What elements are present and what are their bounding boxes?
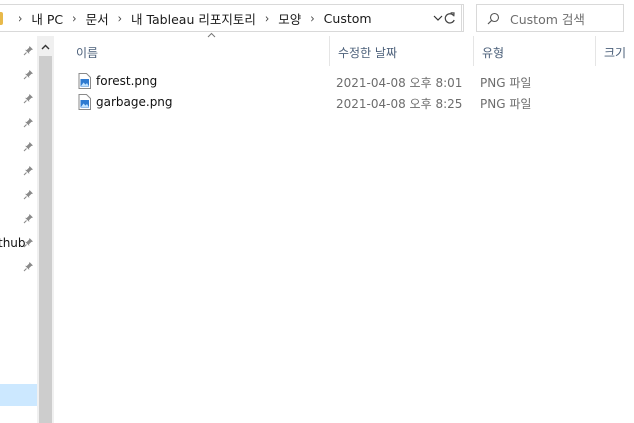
column-header-size[interactable]: 크기 xyxy=(595,36,634,66)
column-label-modified: 수정한 날짜 xyxy=(338,46,398,60)
search-input[interactable]: Custom 검색 xyxy=(510,9,585,28)
quick-access-item[interactable] xyxy=(0,136,37,160)
column-label-size: 크기 xyxy=(604,46,627,60)
folder-icon xyxy=(0,12,3,25)
toolbar: › 내 PC › 문서 › 내 Tableau 리포지토리 › 모양 › Cus… xyxy=(0,0,634,36)
quick-access-item[interactable] xyxy=(0,208,37,232)
breadcrumb-shapes[interactable]: 모양 xyxy=(278,9,301,28)
column-label-name: 이름 xyxy=(76,46,99,60)
breadcrumb-documents[interactable]: 문서 xyxy=(86,9,109,28)
file-row[interactable]: forest.png 2021-04-08 오후 8:01 PNG 파일 xyxy=(74,71,634,91)
sort-ascending-icon xyxy=(207,32,216,38)
pin-icon[interactable] xyxy=(23,189,34,200)
file-type: PNG 파일 xyxy=(480,76,532,90)
quick-access-item[interactable] xyxy=(0,160,37,184)
pin-icon[interactable] xyxy=(23,237,34,248)
chevron-right-icon[interactable]: › xyxy=(310,11,314,25)
pin-icon[interactable] xyxy=(23,93,34,104)
file-type: PNG 파일 xyxy=(480,97,532,111)
chevron-right-icon[interactable]: › xyxy=(265,11,269,25)
quick-access-item[interactable] xyxy=(0,256,37,280)
quick-access-item[interactable] xyxy=(0,64,37,88)
pin-icon[interactable] xyxy=(23,213,34,224)
breadcrumb-custom[interactable]: Custom xyxy=(324,11,372,26)
chevron-right-icon[interactable]: › xyxy=(72,11,76,25)
nav-item-label: thub xyxy=(0,236,26,250)
file-name: forest.png xyxy=(96,74,158,88)
quick-access-item[interactable] xyxy=(0,40,37,64)
refresh-icon xyxy=(444,11,455,24)
breadcrumb-tableau-repository[interactable]: 내 Tableau 리포지토리 xyxy=(131,9,256,28)
column-header-type[interactable]: 유형 xyxy=(473,36,595,66)
column-header-name[interactable]: 이름 xyxy=(68,32,329,66)
file-name: garbage.png xyxy=(96,95,173,109)
file-list: 이름 수정한 날짜 유형 크기 forest.png 2021-04-08 오후… xyxy=(54,32,634,423)
quick-access-item[interactable] xyxy=(0,88,37,112)
quick-access-item-github[interactable]: thub xyxy=(0,232,37,256)
quick-access-item[interactable] xyxy=(0,112,37,136)
breadcrumb-this-pc[interactable]: 내 PC xyxy=(31,9,63,28)
navigation-pane: thub xyxy=(0,36,54,423)
pin-icon[interactable] xyxy=(23,261,34,272)
chevron-up-icon xyxy=(41,44,50,50)
nav-item-selected[interactable] xyxy=(0,384,37,406)
pin-icon[interactable] xyxy=(23,69,34,80)
address-bar[interactable]: › 내 PC › 문서 › 내 Tableau 리포지토리 › 모양 › Cus… xyxy=(0,4,462,32)
png-image-file-icon xyxy=(78,73,91,89)
nav-scrollbar[interactable] xyxy=(37,36,54,423)
chevron-right-icon[interactable]: › xyxy=(18,11,22,25)
search-icon xyxy=(487,12,500,24)
pin-icon[interactable] xyxy=(23,117,34,128)
refresh-button[interactable] xyxy=(436,4,464,32)
pin-icon[interactable] xyxy=(23,165,34,176)
chevron-right-icon[interactable]: › xyxy=(118,11,122,25)
scroll-up-button[interactable] xyxy=(37,40,54,54)
pin-icon[interactable] xyxy=(23,45,34,56)
scroll-thumb[interactable] xyxy=(39,56,52,423)
search-box[interactable]: Custom 검색 xyxy=(476,4,624,32)
column-header-modified[interactable]: 수정한 날짜 xyxy=(329,36,473,66)
file-row[interactable]: garbage.png 2021-04-08 오후 8:25 PNG 파일 xyxy=(74,92,634,112)
png-image-file-icon xyxy=(78,94,91,110)
column-label-type: 유형 xyxy=(482,46,505,60)
file-modified: 2021-04-08 오후 8:01 xyxy=(336,76,463,90)
quick-access-item[interactable] xyxy=(0,184,37,208)
breadcrumb: › 내 PC › 문서 › 내 Tableau 리포지토리 › 모양 › Cus… xyxy=(9,5,372,31)
file-modified: 2021-04-08 오후 8:25 xyxy=(336,97,463,111)
pin-icon[interactable] xyxy=(23,141,34,152)
